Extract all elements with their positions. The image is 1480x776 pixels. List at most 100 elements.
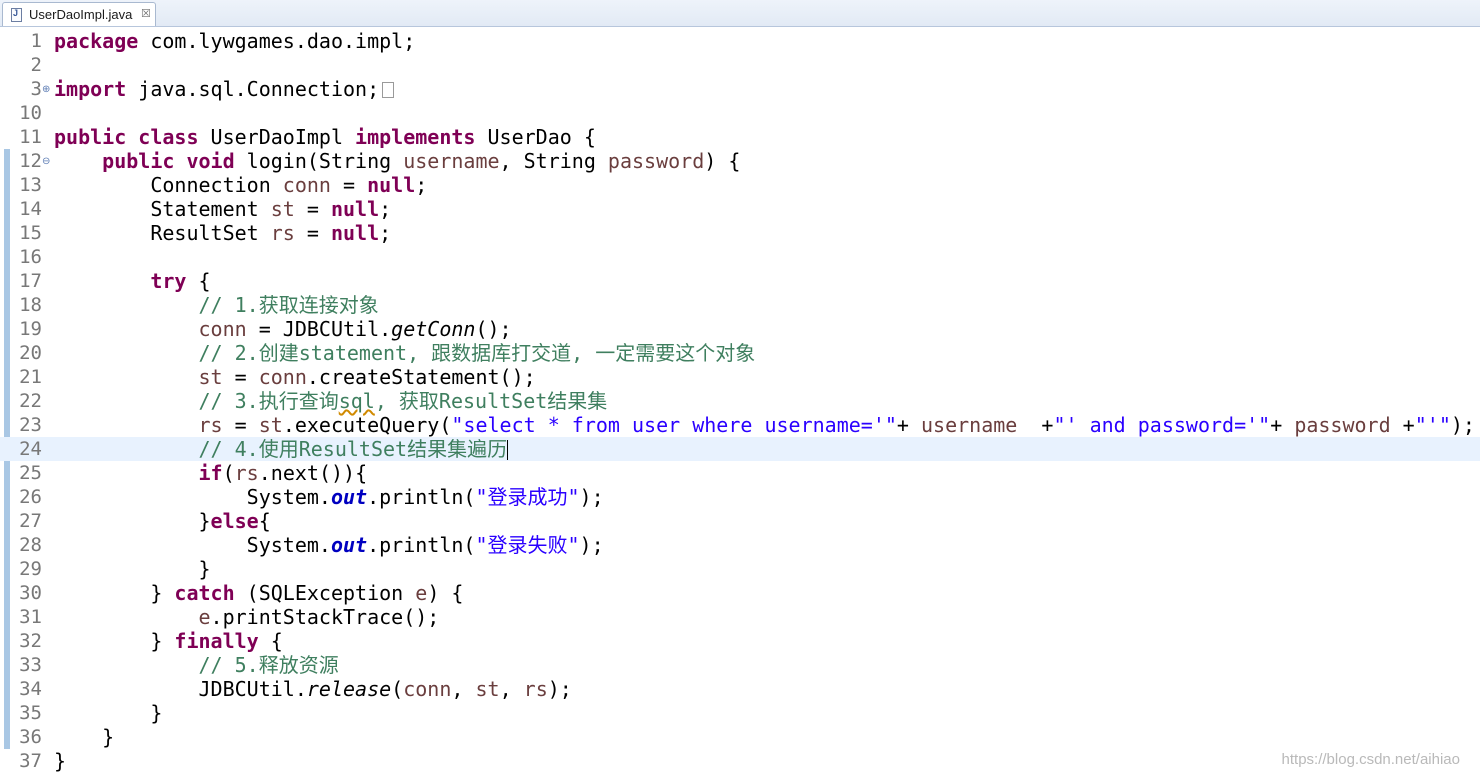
- editor-tab-userdaoimpl[interactable]: UserDaoImpl.java ☒: [2, 2, 156, 26]
- line-number: 28: [19, 534, 42, 556]
- line-number: 26: [19, 486, 42, 508]
- line-number: 29: [19, 558, 42, 580]
- tab-title: UserDaoImpl.java: [29, 7, 133, 22]
- code-text: // 4.使用ResultSet结果集遍历: [198, 437, 509, 461]
- code-line-13[interactable]: 13 Connection conn = null;: [0, 173, 1480, 197]
- code-text: // 2.创建statement, 跟数据库打交道, 一定需要这个对象: [198, 341, 756, 365]
- line-number: 19: [19, 318, 42, 340]
- code-line-27[interactable]: 27 }else{: [0, 509, 1480, 533]
- line-number: 15: [19, 222, 42, 244]
- code-area[interactable]: 1 package com.lywgames.dao.impl; 2 3 ⊕ import…: [0, 29, 1480, 773]
- code-line-37[interactable]: 37}: [0, 749, 1480, 773]
- code-line-28[interactable]: 28 System.out.println("登录失败");: [0, 533, 1480, 557]
- line-number: 37: [19, 750, 42, 772]
- code-line-29[interactable]: 29 }: [0, 557, 1480, 581]
- line-number: 24: [19, 438, 42, 460]
- code-line-16[interactable]: 16: [0, 245, 1480, 269]
- line-number: 11: [19, 126, 42, 148]
- code-text: import java.sql.Connection;: [54, 77, 395, 101]
- code-line-3[interactable]: 3 ⊕ import java.sql.Connection;: [0, 77, 1480, 101]
- line-number: 14: [19, 198, 42, 220]
- code-text: st = conn.createStatement();: [198, 365, 536, 389]
- expand-fold-icon[interactable]: ⊕: [42, 84, 50, 95]
- line-number: 33: [19, 654, 42, 676]
- code-text: rs = st.executeQuery("select * from user…: [198, 413, 1475, 437]
- code-line-32[interactable]: 32 } finally {: [0, 629, 1480, 653]
- code-text: }: [54, 557, 211, 581]
- code-text: Statement st = null;: [54, 197, 392, 221]
- line-number: 32: [19, 630, 42, 652]
- code-line-23[interactable]: 23 rs = st.executeQuery("select * from u…: [0, 413, 1480, 437]
- line-number: 16: [19, 246, 42, 268]
- code-text: ResultSet rs = null;: [54, 221, 392, 245]
- code-text: }: [54, 749, 67, 773]
- code-text: Connection conn = null;: [54, 173, 428, 197]
- line-number: 25: [19, 462, 42, 484]
- code-text: }: [54, 701, 163, 725]
- code-text: // 1.获取连接对象: [198, 293, 379, 317]
- line-number: 34: [19, 678, 42, 700]
- line-number: 13: [19, 174, 42, 196]
- code-line-19[interactable]: 19 conn = JDBCUtil.getConn();: [0, 317, 1480, 341]
- code-line-14[interactable]: 14 Statement st = null;: [0, 197, 1480, 221]
- code-line-10[interactable]: 10: [0, 101, 1480, 125]
- code-line-36[interactable]: 36 }: [0, 725, 1480, 749]
- line-number: 3: [30, 78, 42, 100]
- line-number: 30: [19, 582, 42, 604]
- code-text: e.printStackTrace();: [198, 605, 440, 629]
- code-text: public class UserDaoImpl implements User…: [54, 125, 596, 149]
- line-number: 21: [19, 366, 42, 388]
- java-file-icon: [11, 8, 22, 22]
- line-number: 18: [19, 294, 42, 316]
- code-line-21[interactable]: 21 st = conn.createStatement();: [0, 365, 1480, 389]
- line-number: 36: [19, 726, 42, 748]
- line-number: 17: [19, 270, 42, 292]
- line-number: 1: [30, 30, 42, 52]
- close-icon[interactable]: ☒: [141, 7, 151, 20]
- code-text: conn = JDBCUtil.getConn();: [198, 317, 512, 341]
- code-text: try {: [150, 269, 211, 293]
- line-number: 23: [19, 414, 42, 436]
- code-text: }: [54, 725, 115, 749]
- code-text: public void login(String username, Strin…: [102, 149, 741, 173]
- code-text: // 5.释放资源: [198, 653, 339, 677]
- line-number: 22: [19, 390, 42, 412]
- line-number: 2: [30, 54, 42, 76]
- code-text: System.out.println("登录失败");: [54, 533, 604, 557]
- collapse-fold-icon[interactable]: ⊖: [42, 156, 50, 167]
- code-line-34[interactable]: 34 JDBCUtil.release(conn, st, rs);: [0, 677, 1480, 701]
- line-number: 35: [19, 702, 42, 724]
- code-line-12[interactable]: 12 ⊖ public void login(String username, S…: [0, 149, 1480, 173]
- code-text: }else{: [54, 509, 271, 533]
- code-line-18[interactable]: 18 // 1.获取连接对象: [0, 293, 1480, 317]
- code-text: // 3.执行查询sql, 获取ResultSet结果集: [198, 389, 608, 413]
- code-editor[interactable]: 1 package com.lywgames.dao.impl; 2 3 ⊕ import…: [0, 29, 1480, 776]
- code-line-17[interactable]: 17 try {: [0, 269, 1480, 293]
- code-text: JDBCUtil.release(conn, st, rs);: [54, 677, 572, 701]
- code-text: } catch (SQLException e) {: [54, 581, 464, 605]
- code-text: } finally {: [54, 629, 283, 653]
- code-line-26[interactable]: 26 System.out.println("登录成功");: [0, 485, 1480, 509]
- code-line-30[interactable]: 30 } catch (SQLException e) {: [0, 581, 1480, 605]
- watermark: https://blog.csdn.net/aihiao: [1281, 751, 1460, 768]
- code-line-1[interactable]: 1 package com.lywgames.dao.impl;: [0, 29, 1480, 53]
- code-line-25[interactable]: 25 if(rs.next()){: [0, 461, 1480, 485]
- code-line-15[interactable]: 15 ResultSet rs = null;: [0, 221, 1480, 245]
- code-line-24[interactable]: 24 // 4.使用ResultSet结果集遍历: [0, 437, 1480, 461]
- code-line-31[interactable]: 31 e.printStackTrace();: [0, 605, 1480, 629]
- code-line-2[interactable]: 2: [0, 53, 1480, 77]
- code-line-20[interactable]: 20 // 2.创建statement, 跟数据库打交道, 一定需要这个对象: [0, 341, 1480, 365]
- line-number: 27: [19, 510, 42, 532]
- editor-tab-bar: UserDaoImpl.java ☒: [0, 0, 1480, 27]
- code-line-11[interactable]: 11 public class UserDaoImpl implements Us…: [0, 125, 1480, 149]
- code-line-35[interactable]: 35 }: [0, 701, 1480, 725]
- line-number: 12: [19, 150, 42, 172]
- line-number: 10: [19, 102, 42, 124]
- line-number: 20: [19, 342, 42, 364]
- code-text: package com.lywgames.dao.impl;: [54, 29, 416, 53]
- code-text: System.out.println("登录成功");: [54, 485, 604, 509]
- line-number: 31: [19, 606, 42, 628]
- code-text: if(rs.next()){: [198, 461, 368, 485]
- code-line-22[interactable]: 22 // 3.执行查询sql, 获取ResultSet结果集: [0, 389, 1480, 413]
- code-line-33[interactable]: 33 // 5.释放资源: [0, 653, 1480, 677]
